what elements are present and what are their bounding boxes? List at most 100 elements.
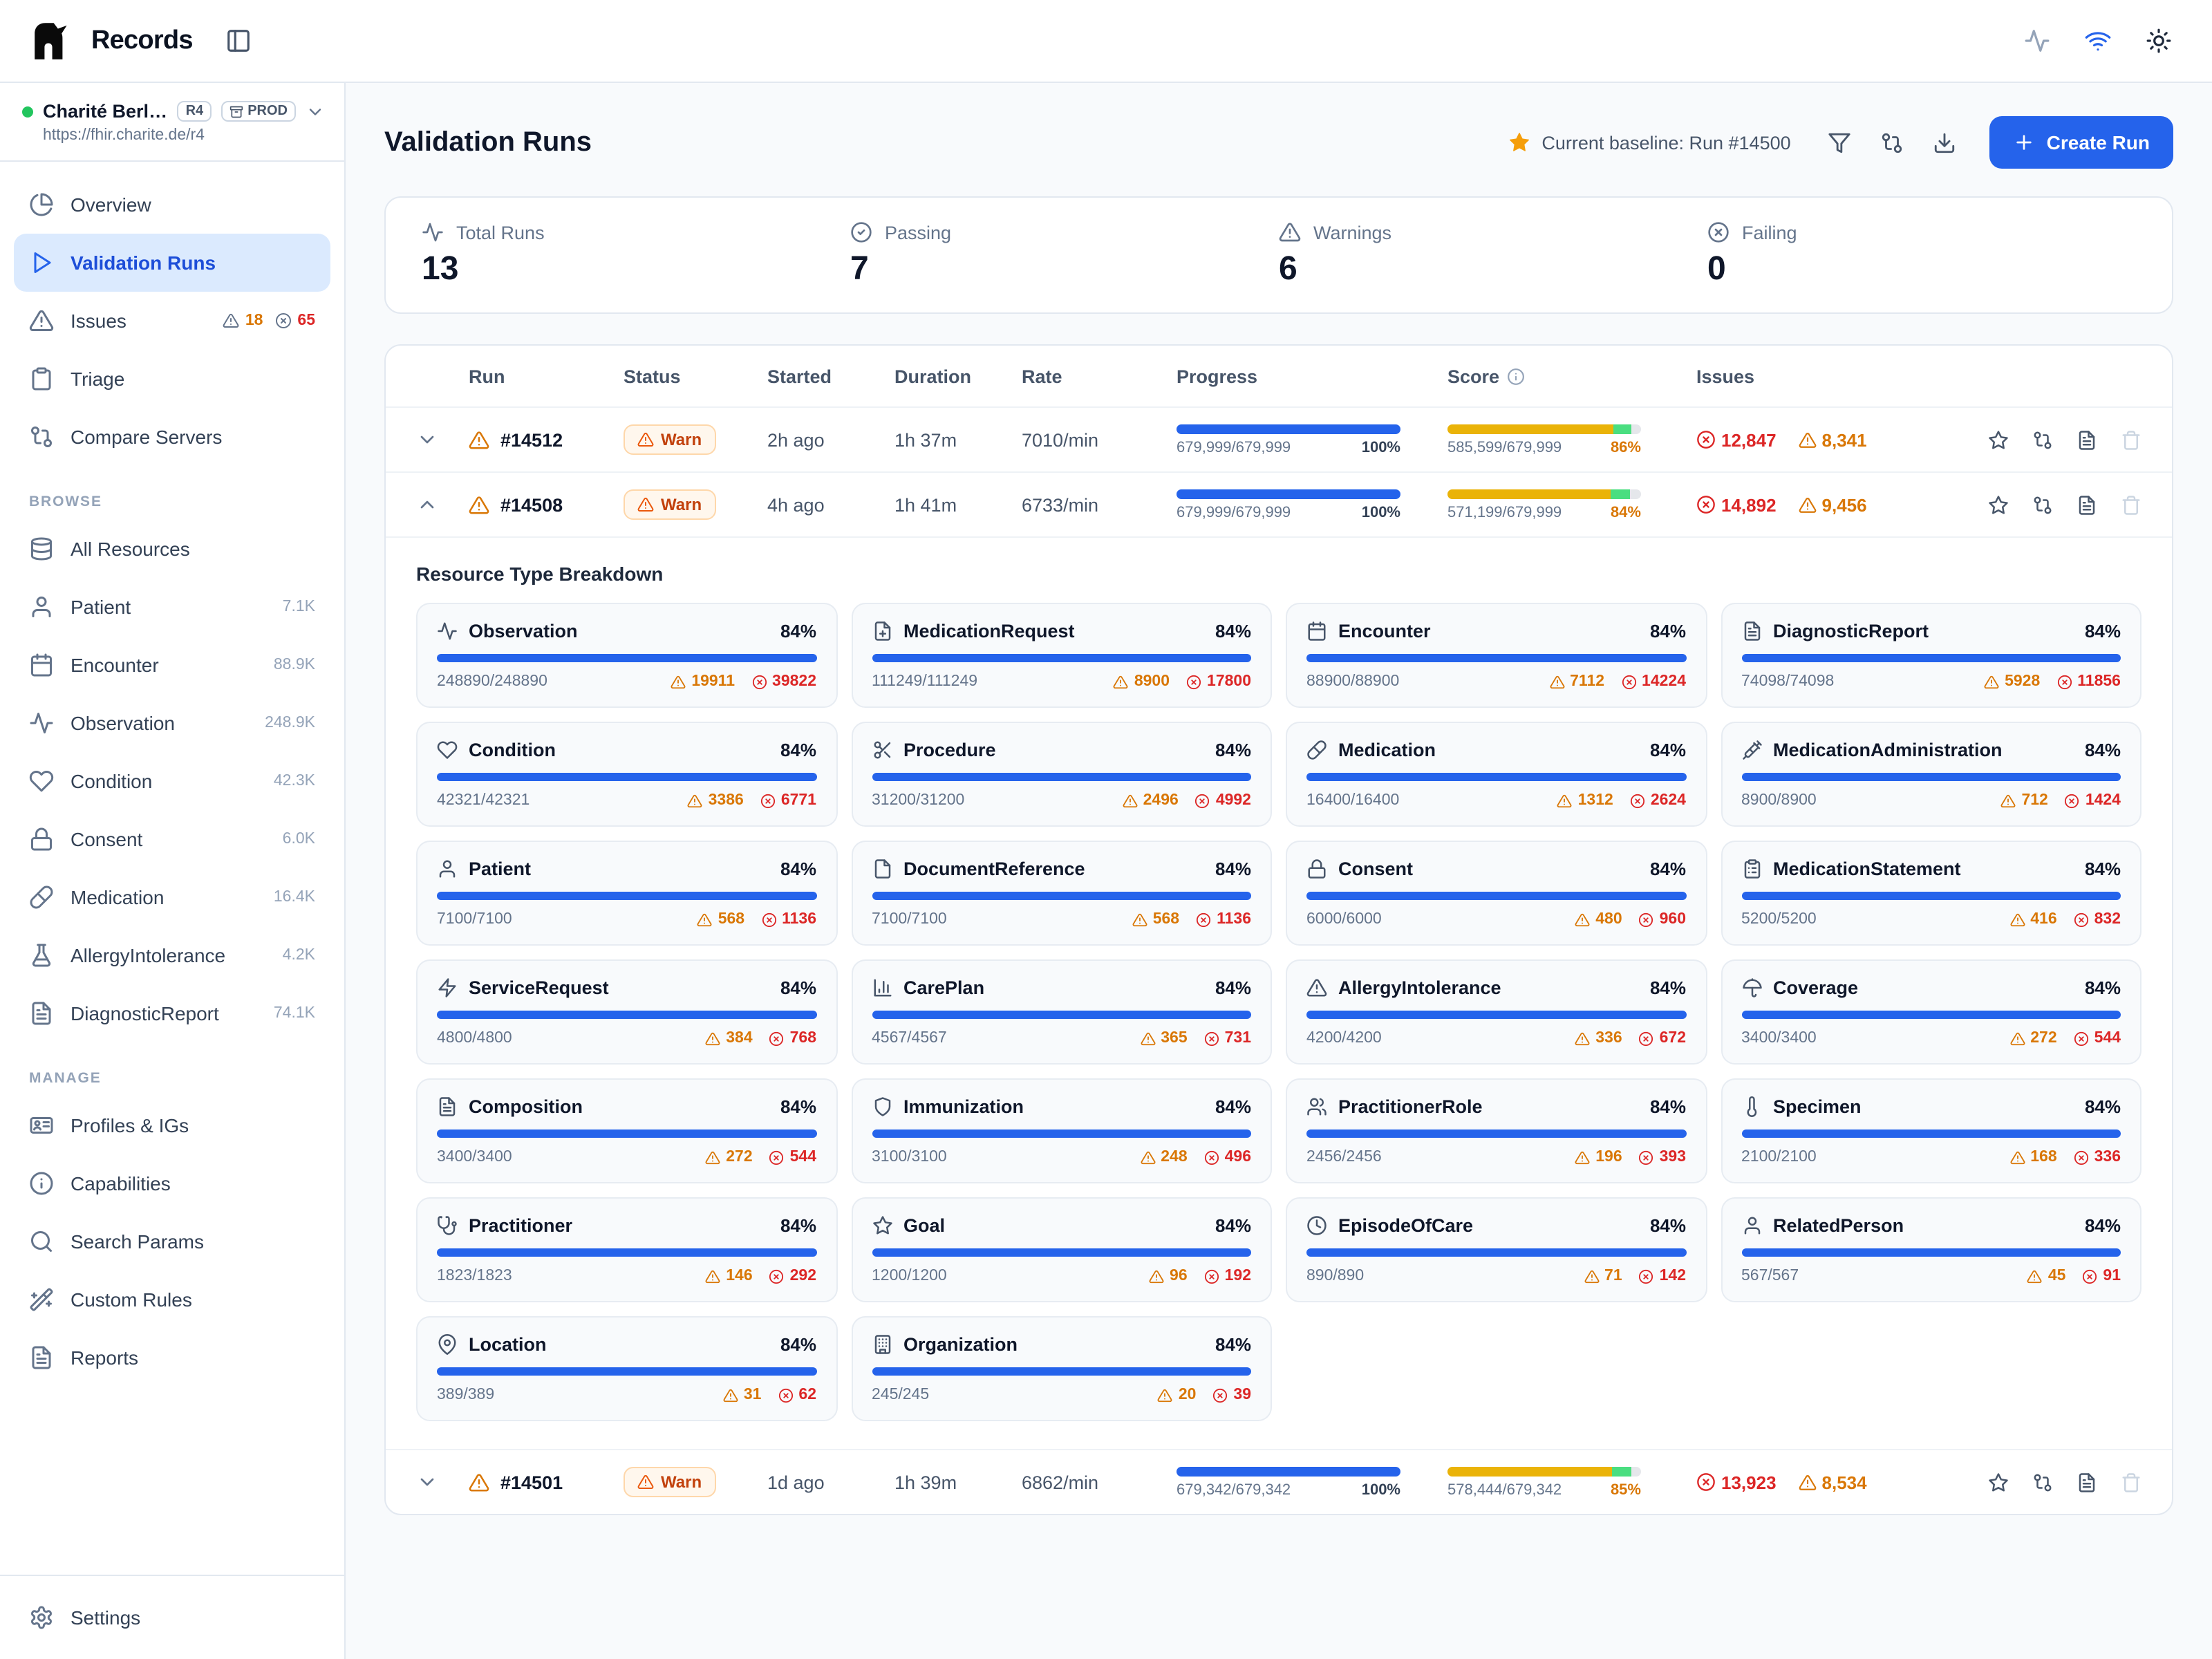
resource-card-observation[interactable]: Observation84%248890/2488901991139822 — [416, 603, 837, 708]
resource-card-medicationstatement[interactable]: MedicationStatement84%5200/5200416832 — [1721, 841, 2141, 946]
git-compare-action-button[interactable] — [2024, 1463, 2061, 1501]
sidebar-item-settings[interactable]: Settings — [14, 1588, 330, 1647]
resource-card-condition[interactable]: Condition84%42321/4232133866771 — [416, 722, 837, 827]
alert-triangle-icon — [1584, 1268, 1599, 1284]
sidebar-item-validation-runs[interactable]: Validation Runs — [14, 234, 330, 292]
run-row-14508[interactable]: #14508Warn4h ago1h 41m6733/min679,999/67… — [386, 471, 2172, 536]
runs-table: RunStatusStartedDurationRateProgressScor… — [384, 344, 2173, 1515]
resource-card-diagnosticreport[interactable]: DiagnosticReport84%74098/74098592811856 — [1721, 603, 2141, 708]
create-run-button[interactable]: Create Run — [1990, 116, 2173, 169]
star-action-button[interactable] — [1980, 421, 2017, 458]
sidebar-item-overview[interactable]: Overview — [14, 176, 330, 234]
file-text-icon — [29, 1345, 54, 1370]
resource-card-relatedperson[interactable]: RelatedPerson84%567/5674591 — [1721, 1197, 2141, 1302]
resource-card-practitioner[interactable]: Practitioner84%1823/1823146292 — [416, 1197, 837, 1302]
resource-card-servicerequest[interactable]: ServiceRequest84%4800/4800384768 — [416, 959, 837, 1065]
server-selector[interactable]: Charité Berlin ... R4 PROD https://fhir.… — [0, 83, 344, 162]
star-action-button[interactable] — [1980, 486, 2017, 523]
expand-toggle-button[interactable] — [408, 420, 447, 459]
activity-button[interactable] — [2013, 17, 2060, 64]
sidebar-item-profiles-igs[interactable]: Profiles & IGs — [14, 1096, 330, 1154]
sidebar-item-consent[interactable]: Consent6.0K — [14, 810, 330, 868]
alert-triangle-icon — [1158, 1387, 1173, 1403]
sidebar-item-capabilities[interactable]: Capabilities — [14, 1154, 330, 1212]
resource-card-allergyintolerance[interactable]: AllergyIntolerance84%4200/4200336672 — [1286, 959, 1707, 1065]
star-action-button[interactable] — [1980, 1463, 2017, 1501]
sidebar-item-custom-rules[interactable]: Custom Rules — [14, 1271, 330, 1329]
alert-triangle-icon — [705, 1031, 720, 1046]
resource-card-episodeofcare[interactable]: EpisodeOfCare84%890/89071142 — [1286, 1197, 1707, 1302]
stat-passing: Passing7 — [850, 221, 1279, 289]
resource-card-medicationadministration[interactable]: MedicationAdministration84%8900/89007121… — [1721, 722, 2141, 827]
run-row-14512[interactable]: #14512Warn2h ago1h 37m7010/min679,999/67… — [386, 406, 2172, 471]
sun-button[interactable] — [2135, 17, 2182, 64]
file-text-icon — [2077, 494, 2097, 515]
filter-button[interactable] — [1816, 119, 1863, 166]
sidebar-item-issues[interactable]: Issues1865 — [14, 292, 330, 350]
download-button[interactable] — [1921, 119, 1968, 166]
chevron-down-icon — [416, 429, 438, 451]
rate-cell: 6862/min — [1022, 1472, 1177, 1492]
sidebar-item-search-params[interactable]: Search Params — [14, 1212, 330, 1271]
wifi-button[interactable] — [2074, 17, 2121, 64]
resource-card-specimen[interactable]: Specimen84%2100/2100168336 — [1721, 1078, 2141, 1183]
trash-action-button[interactable] — [2112, 1463, 2150, 1501]
sidebar-item-diagnosticreport[interactable]: DiagnosticReport74.1K — [14, 984, 330, 1042]
expand-toggle-button[interactable] — [408, 485, 447, 524]
x-circle-icon — [1621, 674, 1636, 689]
sidebar-item-compare-servers[interactable]: Compare Servers — [14, 408, 330, 466]
trash-action-button[interactable] — [2112, 421, 2150, 458]
git-compare-action-button[interactable] — [2024, 486, 2061, 523]
resource-card-medication[interactable]: Medication84%16400/1640013122624 — [1286, 722, 1707, 827]
server-version-badge: R4 — [178, 101, 212, 122]
user-icon — [1741, 1215, 1762, 1236]
resource-card-procedure[interactable]: Procedure84%31200/3120024964992 — [851, 722, 1272, 827]
sidebar-item-triage[interactable]: Triage — [14, 350, 330, 408]
file-text-action-button[interactable] — [2068, 1463, 2106, 1501]
scissors-icon — [872, 740, 892, 760]
alert-triangle-icon — [1575, 912, 1590, 927]
sidebar-item-all-resources[interactable]: All Resources — [14, 520, 330, 578]
x-circle-icon — [2074, 1031, 2089, 1046]
resource-card-medicationrequest[interactable]: MedicationRequest84%111249/1112498900178… — [851, 603, 1272, 708]
activity-icon — [2023, 28, 2050, 54]
sidebar-item-observation[interactable]: Observation248.9K — [14, 694, 330, 752]
resource-card-goal[interactable]: Goal84%1200/120096192 — [851, 1197, 1272, 1302]
sidebar-item-condition[interactable]: Condition42.3K — [14, 752, 330, 810]
alert-triangle-icon — [29, 308, 54, 333]
run-id: #14508 — [500, 494, 563, 515]
file-text-action-button[interactable] — [2068, 421, 2106, 458]
file-text-icon — [2077, 1472, 2097, 1492]
trash-action-button[interactable] — [2112, 486, 2150, 523]
x-circle-icon — [2074, 912, 2089, 927]
main: Validation Runs Current baseline: Run #1… — [346, 83, 2212, 1659]
x-circle-icon — [1204, 1150, 1219, 1165]
x-circle-icon — [751, 674, 767, 689]
resource-card-documentreference[interactable]: DocumentReference84%7100/71005681136 — [851, 841, 1272, 946]
resource-card-careplan[interactable]: CarePlan84%4567/4567365731 — [851, 959, 1272, 1065]
git-compare-action-button[interactable] — [2024, 421, 2061, 458]
resource-card-composition[interactable]: Composition84%3400/3400272544 — [416, 1078, 837, 1183]
sidebar-item-encounter[interactable]: Encounter88.9K — [14, 636, 330, 694]
sidebar-item-reports[interactable]: Reports — [14, 1329, 330, 1387]
git-compare-button[interactable] — [1868, 119, 1915, 166]
resource-card-consent[interactable]: Consent84%6000/6000480960 — [1286, 841, 1707, 946]
sidebar-item-allergyintolerance[interactable]: AllergyIntolerance4.2K — [14, 926, 330, 984]
resource-card-encounter[interactable]: Encounter84%88900/88900711214224 — [1286, 603, 1707, 708]
sidebar-toggle-button[interactable] — [218, 20, 259, 62]
resource-card-location[interactable]: Location84%389/3893162 — [416, 1316, 837, 1421]
resource-card-patient[interactable]: Patient84%7100/71005681136 — [416, 841, 837, 946]
x-circle-icon — [1204, 1031, 1219, 1046]
run-row-14501[interactable]: #14501Warn1d ago1h 39m6862/min679,342/67… — [386, 1449, 2172, 1514]
alert-triangle-icon — [1306, 977, 1327, 998]
resource-card-coverage[interactable]: Coverage84%3400/3400272544 — [1721, 959, 2141, 1065]
resource-card-practitionerrole[interactable]: PractitionerRole84%2456/2456196393 — [1286, 1078, 1707, 1183]
resource-card-immunization[interactable]: Immunization84%3100/3100248496 — [851, 1078, 1272, 1183]
sidebar-item-patient[interactable]: Patient7.1K — [14, 578, 330, 636]
expand-toggle-button[interactable] — [408, 1463, 447, 1501]
file-text-action-button[interactable] — [2068, 486, 2106, 523]
browse-section-label: BROWSE — [29, 494, 315, 510]
resource-card-organization[interactable]: Organization84%245/2452039 — [851, 1316, 1272, 1421]
x-circle-icon — [769, 1268, 785, 1284]
sidebar-item-medication[interactable]: Medication16.4K — [14, 868, 330, 926]
